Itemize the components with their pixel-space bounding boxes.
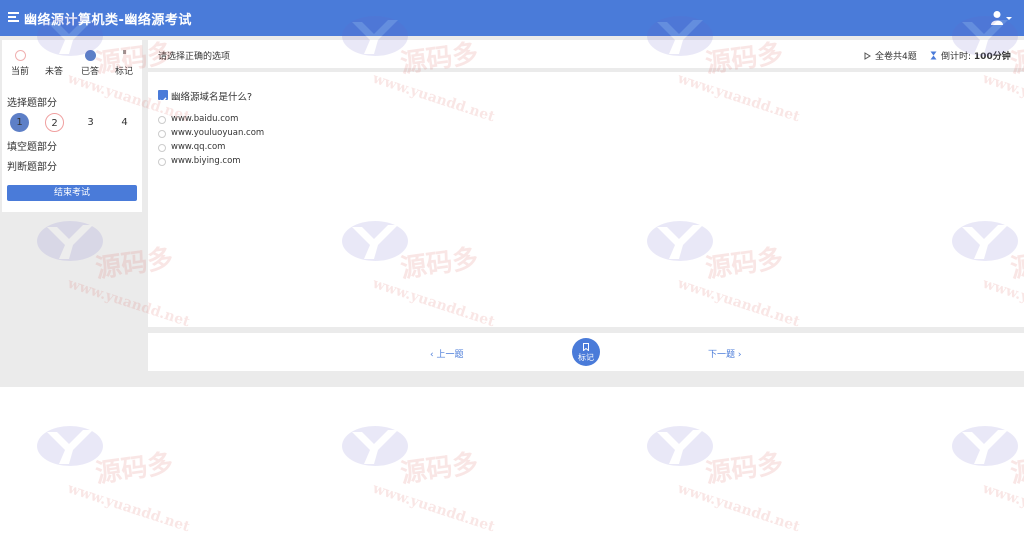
bookmark-icon (583, 343, 589, 351)
next-label: 下一题 (708, 350, 736, 360)
app-title: 幽络源计算机类-幽络源考试 (24, 13, 192, 28)
watermark-url: www.yuandd.net (675, 480, 802, 535)
watermark-brand: 源码多 (398, 448, 481, 490)
question-number-4[interactable]: 4 (115, 113, 134, 132)
question-panel: 幽络源域名是什么? www.baidu.com www.youluoyuan.c… (148, 72, 1024, 327)
chevron-right-icon: › (737, 350, 742, 360)
total-label: 全卷共4题 (875, 52, 917, 62)
yuandd-logo-icon (37, 426, 103, 466)
legend-label: 未答 (44, 67, 63, 77)
menu-icon[interactable] (8, 12, 19, 23)
legend-marked: 标记 (109, 50, 139, 77)
current-dot-icon (14, 50, 26, 61)
countdown-timer: 倒计时: 100分钟 (930, 49, 1011, 62)
question-number-1[interactable]: 1 (10, 113, 29, 132)
radio-button[interactable] (158, 116, 166, 124)
marked-dot-icon (118, 50, 130, 61)
timer-label: 倒计时: (941, 52, 972, 62)
option-text: www.baidu.com (171, 114, 239, 124)
mark-question-button[interactable]: 标记 (572, 338, 600, 366)
user-menu-button[interactable] (990, 10, 1014, 26)
yuandd-logo-icon (952, 426, 1018, 466)
choice-section-title: 选择题部分 (7, 98, 57, 109)
question-checkbox[interactable] (158, 90, 168, 104)
radio-button[interactable] (158, 158, 166, 166)
question-total: 全卷共4题 (864, 49, 917, 62)
chevron-left-icon: ‹ (430, 350, 434, 360)
user-icon (991, 11, 1012, 25)
hourglass-icon (930, 51, 937, 60)
fill-section-title: 填空题部分 (7, 142, 57, 153)
yuandd-logo-icon (647, 426, 713, 466)
question-text: 幽络源域名是什么? (171, 92, 253, 103)
top-bar: 幽络源计算机类-幽络源考试 (0, 0, 1024, 36)
option-text: www.youluoyuan.com (171, 128, 265, 138)
watermark-brand: 源码多 (1008, 448, 1024, 490)
question-number-3[interactable]: 3 (81, 113, 100, 132)
legend-current: 当前 (5, 50, 35, 77)
info-bar: 请选择正确的选项 全卷共4题 倒计时: 100分钟 (148, 40, 1024, 68)
legend-label: 当前 (10, 67, 29, 77)
prev-question-button[interactable]: ‹ 上一题 (430, 347, 464, 360)
watermark-url: www.yuandd.net (980, 480, 1024, 535)
yuandd-logo-icon (342, 426, 408, 466)
timer-value: 100分钟 (973, 52, 1011, 62)
status-legend: 当前 未答 已答 标记 (2, 50, 142, 77)
legend-unanswered: 未答 (39, 50, 69, 77)
radio-button[interactable] (158, 130, 166, 138)
radio-button[interactable] (158, 144, 166, 152)
watermark-brand: 源码多 (703, 448, 786, 490)
unanswered-dot-icon (48, 50, 60, 61)
watermark-url: www.yuandd.net (370, 480, 497, 535)
question-sidebar: 当前 未答 已答 标记 选择题部分 1 2 3 4 填空题部分 判断题部分 结束… (2, 40, 142, 212)
watermark-url: www.yuandd.net (65, 480, 192, 535)
judge-section-title: 判断题部分 (7, 162, 57, 173)
instruction-text: 请选择正确的选项 (158, 52, 231, 62)
prev-label: 上一题 (436, 350, 464, 360)
option-text: www.biying.com (171, 156, 241, 166)
option-text: www.qq.com (171, 142, 226, 152)
next-question-button[interactable]: 下一题 › (708, 347, 742, 360)
finish-exam-button[interactable]: 结束考试 (7, 185, 137, 201)
navigation-bar: ‹ 上一题 标记 下一题 › (148, 333, 1024, 371)
question-number-2[interactable]: 2 (45, 113, 64, 132)
check-icon (159, 97, 167, 104)
mark-label: 标记 (578, 353, 594, 362)
legend-label: 标记 (114, 67, 133, 77)
legend-answered: 已答 (75, 50, 105, 77)
watermark-brand: 源码多 (93, 448, 176, 490)
answered-dot-icon (84, 50, 96, 61)
play-icon (864, 52, 871, 60)
legend-label: 已答 (80, 67, 99, 77)
